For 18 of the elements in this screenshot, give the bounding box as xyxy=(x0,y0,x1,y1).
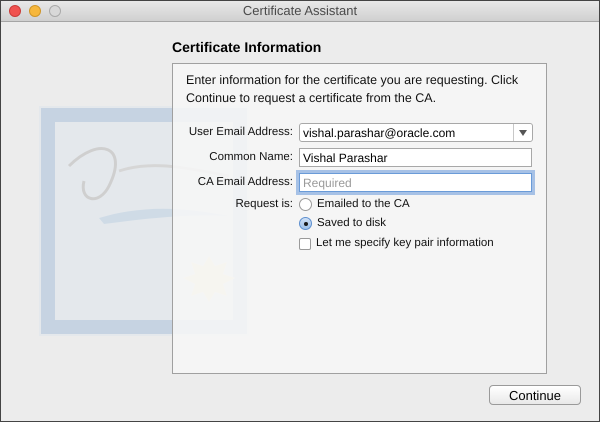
window-title: Certificate Assistant xyxy=(242,2,358,20)
radio-option[interactable]: Emailed to the CA xyxy=(299,196,410,214)
field-label: Request is: xyxy=(235,196,293,212)
zoom-icon[interactable] xyxy=(49,5,61,17)
minimize-icon[interactable] xyxy=(29,5,41,17)
section-heading: Certificate Information xyxy=(172,38,322,57)
close-icon[interactable] xyxy=(9,5,21,17)
dropdown-arrow-icon xyxy=(519,130,527,136)
email-dropdown[interactable]: vishal.parashar@oracle.com xyxy=(299,123,533,142)
instructions-text: Enter information for the certificate you are requesting. Click Continue to request a certificate from the CA. xyxy=(186,72,520,107)
field-label: User Email Address: xyxy=(188,124,293,140)
text-field[interactable]: Vishal Parashar xyxy=(299,148,532,167)
field-label: CA Email Address: xyxy=(198,174,293,190)
field-label: Common Name: xyxy=(209,150,293,165)
radio-option[interactable]: Saved to disk xyxy=(299,214,386,232)
continue-button[interactable]: Continue xyxy=(489,385,581,405)
key-pair-checkbox[interactable]: Let me specify key pair information xyxy=(299,235,494,253)
text-field[interactable]: Required xyxy=(299,173,532,192)
